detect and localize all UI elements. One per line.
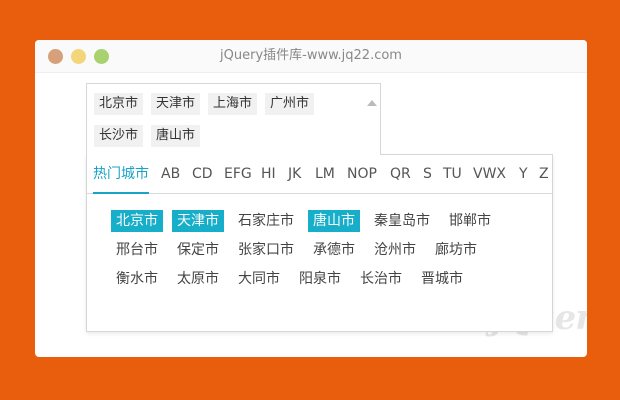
city-dropdown-panel: 热门城市 AB CD EFG HI JK LM NOP QR S TU VWX … (86, 154, 553, 332)
city-option[interactable]: 太原市 (172, 268, 224, 290)
tab-s[interactable]: S (423, 155, 432, 193)
city-option[interactable]: 石家庄市 (233, 210, 299, 232)
tab-jk[interactable]: JK (288, 155, 301, 193)
city-option[interactable]: 唐山市 (308, 210, 360, 232)
selected-tag[interactable]: 长沙市 (94, 125, 144, 147)
selected-tag[interactable]: 广州市 (265, 93, 315, 115)
city-option[interactable]: 张家口市 (233, 239, 299, 261)
city-option[interactable]: 长治市 (355, 268, 407, 290)
city-option[interactable]: 沧州市 (369, 239, 421, 261)
window-title: jQuery插件库-www.jq22.com (220, 48, 402, 63)
tab-hot-cities[interactable]: 热门城市 (93, 155, 149, 194)
city-option[interactable]: 邯郸市 (444, 210, 496, 232)
city-option[interactable]: 廊坊市 (430, 239, 482, 261)
city-option[interactable]: 衡水市 (111, 268, 163, 290)
tab-vwx[interactable]: VWX (473, 155, 506, 193)
city-option[interactable]: 大同市 (233, 268, 285, 290)
city-option[interactable]: 承德市 (308, 239, 360, 261)
tab-cd[interactable]: CD (192, 155, 213, 193)
letter-tabs: 热门城市 AB CD EFG HI JK LM NOP QR S TU VWX … (87, 155, 552, 194)
city-option[interactable]: 天津市 (172, 210, 224, 232)
title-bar: jQuery插件库-www.jq22.com (35, 40, 587, 73)
city-option[interactable]: 秦皇岛市 (369, 210, 435, 232)
tab-nop[interactable]: NOP (347, 155, 377, 193)
city-option[interactable]: 保定市 (172, 239, 224, 261)
selected-tag[interactable]: 天津市 (151, 93, 201, 115)
tab-lm[interactable]: LM (315, 155, 335, 193)
city-option[interactable]: 阳泉市 (294, 268, 346, 290)
tab-z[interactable]: Z (539, 155, 549, 193)
tab-ab[interactable]: AB (161, 155, 180, 193)
selected-tag[interactable]: 北京市 (94, 93, 144, 115)
tab-tu[interactable]: TU (443, 155, 462, 193)
selected-cities-box[interactable]: 北京市 天津市 上海市 广州市 长沙市 唐山市 (86, 83, 381, 155)
caret-up-icon[interactable] (367, 100, 377, 106)
browser-window: jQuery插件库-www.jq22.com jQuery 北京市 天津市 上海… (35, 40, 587, 357)
selected-tag[interactable]: 唐山市 (151, 125, 201, 147)
selected-tag[interactable]: 上海市 (208, 93, 258, 115)
tab-efg[interactable]: EFG (224, 155, 252, 193)
city-option[interactable]: 邢台市 (111, 239, 163, 261)
tab-y[interactable]: Y (519, 155, 528, 193)
tab-qr[interactable]: QR (390, 155, 411, 193)
city-option[interactable]: 晋城市 (416, 268, 468, 290)
city-option[interactable]: 北京市 (111, 210, 163, 232)
tab-hi[interactable]: HI (261, 155, 276, 193)
